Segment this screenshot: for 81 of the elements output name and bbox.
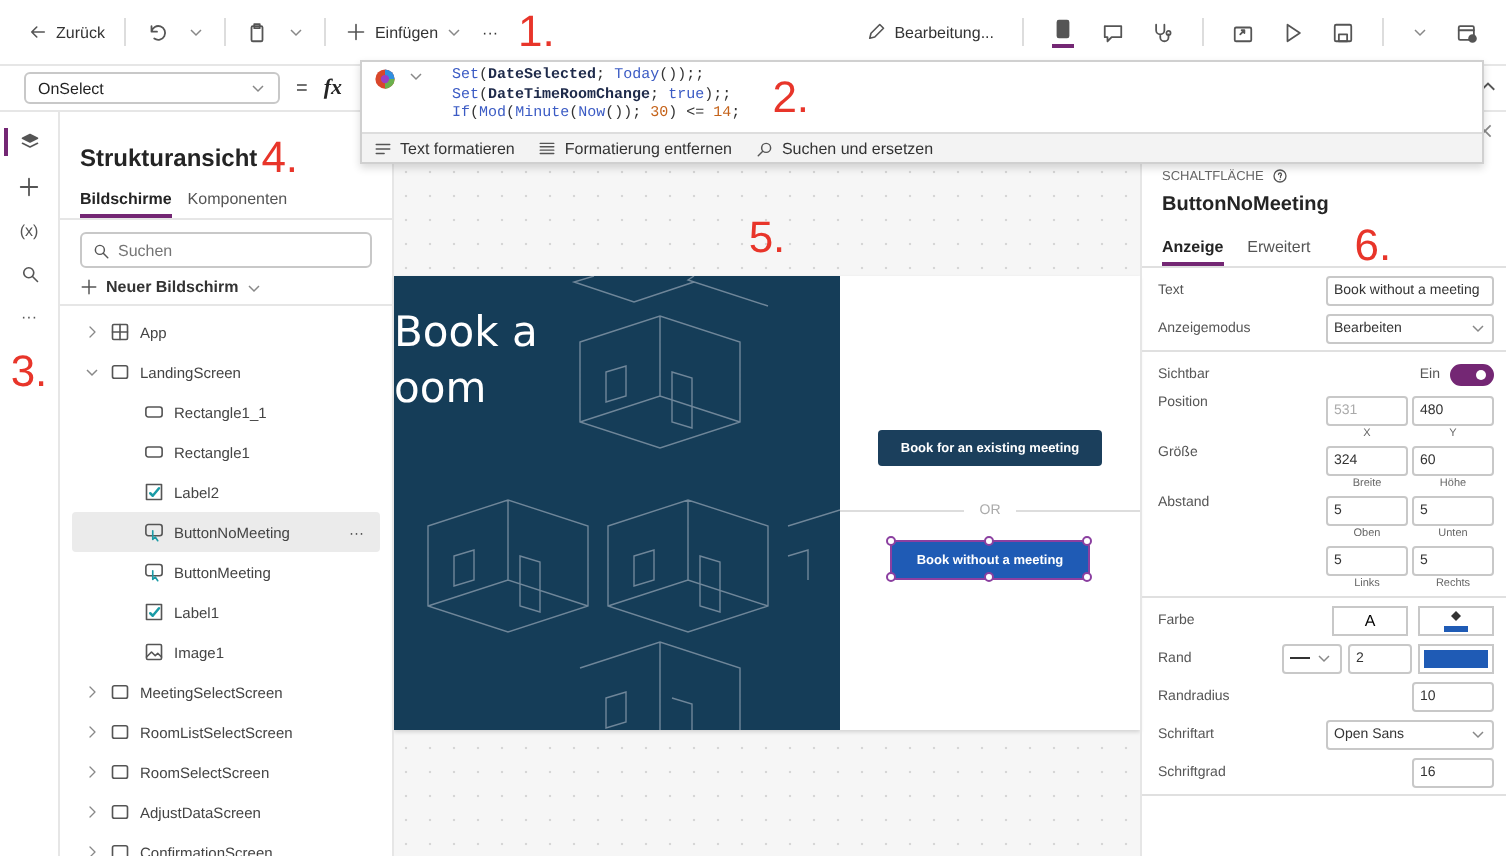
app-window-icon[interactable]	[1456, 21, 1478, 43]
fx-label: fx	[323, 76, 343, 100]
copilot-icon[interactable]	[374, 68, 396, 90]
panel-title: Strukturansicht	[80, 144, 258, 172]
border-color-swatch[interactable]	[1418, 643, 1494, 673]
chevron-down-icon[interactable]	[250, 80, 266, 96]
border-style-dropdown[interactable]	[1282, 643, 1342, 673]
edit-status-button[interactable]: Bearbeitung...	[866, 22, 994, 42]
chevron-down-icon[interactable]	[1470, 726, 1486, 742]
search-icon[interactable]	[19, 264, 39, 284]
fill-color-button[interactable]	[1418, 605, 1494, 635]
chevron-down-icon[interactable]	[1470, 320, 1486, 336]
chevron-down-icon[interactable]	[246, 279, 263, 295]
annotation-number: 6.	[1354, 224, 1392, 268]
hero-title-line: Book a	[394, 306, 540, 360]
line-style-icon	[1290, 654, 1310, 662]
undo-icon[interactable]	[146, 21, 169, 43]
tab[interactable]: Komponenten	[187, 190, 288, 218]
play-icon[interactable]	[1282, 21, 1304, 43]
app-page-icon[interactable]	[1052, 17, 1074, 39]
format-action-button[interactable]: Formatierung entfernen	[538, 139, 732, 157]
chevron-down-icon[interactable]	[1412, 24, 1428, 40]
control-name: ButtonNoMeeting	[1160, 192, 1331, 216]
more-button[interactable]: ···	[482, 23, 499, 41]
chevron-down-icon[interactable]	[84, 364, 100, 380]
help-icon[interactable]	[1271, 168, 1288, 184]
search-field[interactable]: Suchen	[80, 232, 372, 268]
button-cursor-icon[interactable]	[144, 562, 164, 582]
chevron-down-icon[interactable]	[288, 24, 305, 40]
tab[interactable]: Anzeige	[1162, 238, 1224, 266]
property-dropdown[interactable]: OnSelect	[24, 72, 280, 104]
search-icon[interactable]	[92, 242, 110, 260]
paint-bucket-icon	[1448, 608, 1464, 624]
chevron-right-icon[interactable]	[84, 804, 100, 820]
tab[interactable]: Bildschirme	[80, 190, 172, 218]
share-icon[interactable]	[1232, 21, 1254, 43]
equals-sign: =	[296, 77, 308, 99]
arrow-left-icon[interactable]	[28, 22, 48, 42]
chevron-down-icon[interactable]	[446, 24, 463, 40]
chevron-down-icon[interactable]	[188, 24, 205, 40]
annotation-number: 2.	[772, 76, 810, 120]
more-button[interactable]: ···	[21, 308, 37, 326]
chevron-down-icon[interactable]	[408, 68, 424, 84]
text-format-icon[interactable]	[374, 139, 392, 157]
hero-title-line: oom	[394, 362, 489, 416]
new-screen-button[interactable]: Neuer Bildschirm	[80, 278, 372, 296]
stethoscope-icon[interactable]	[1152, 21, 1174, 43]
chevron-down-icon[interactable]	[1316, 650, 1332, 666]
label-icon[interactable]	[144, 482, 164, 502]
text-color-button[interactable]: A	[1332, 605, 1408, 635]
plus-icon[interactable]	[346, 22, 367, 42]
pencil-icon[interactable]	[866, 22, 887, 42]
insert-button[interactable]: Einfügen	[346, 22, 463, 42]
visibility-toggle[interactable]	[1450, 363, 1494, 385]
annotation-number: 1.	[518, 10, 555, 54]
chevron-right-icon[interactable]	[84, 324, 100, 340]
tab[interactable]: Erweitert	[1247, 238, 1311, 266]
comment-icon[interactable]	[1102, 21, 1124, 43]
chevron-right-icon[interactable]	[84, 724, 100, 740]
layers-icon[interactable]	[19, 132, 39, 152]
search-icon[interactable]	[755, 139, 774, 157]
format-action-button[interactable]: Text formatieren	[374, 139, 515, 157]
screen-icon[interactable]	[110, 362, 130, 382]
clipboard-icon[interactable]	[246, 21, 269, 43]
label-icon[interactable]	[144, 602, 164, 622]
chevron-right-icon[interactable]	[84, 844, 100, 856]
app-grid-icon[interactable]	[110, 322, 130, 342]
image-icon[interactable]	[144, 642, 164, 662]
variables-button[interactable]: (x)	[19, 222, 39, 240]
annotation-number: 4.	[261, 136, 299, 180]
plus-icon[interactable]	[18, 176, 40, 198]
annotation-number: 3.	[10, 350, 48, 394]
format-action-button[interactable]: Suchen und ersetzen	[755, 139, 934, 157]
lines-icon[interactable]	[538, 139, 557, 157]
annotation-number: 5.	[748, 216, 786, 260]
plus-icon[interactable]	[80, 278, 98, 296]
chevron-right-icon[interactable]	[84, 684, 100, 700]
chevron-right-icon[interactable]	[84, 764, 100, 780]
back-button[interactable]: Zurück	[28, 22, 105, 42]
save-icon[interactable]	[1332, 21, 1354, 43]
button-cursor-icon[interactable]	[144, 522, 164, 542]
